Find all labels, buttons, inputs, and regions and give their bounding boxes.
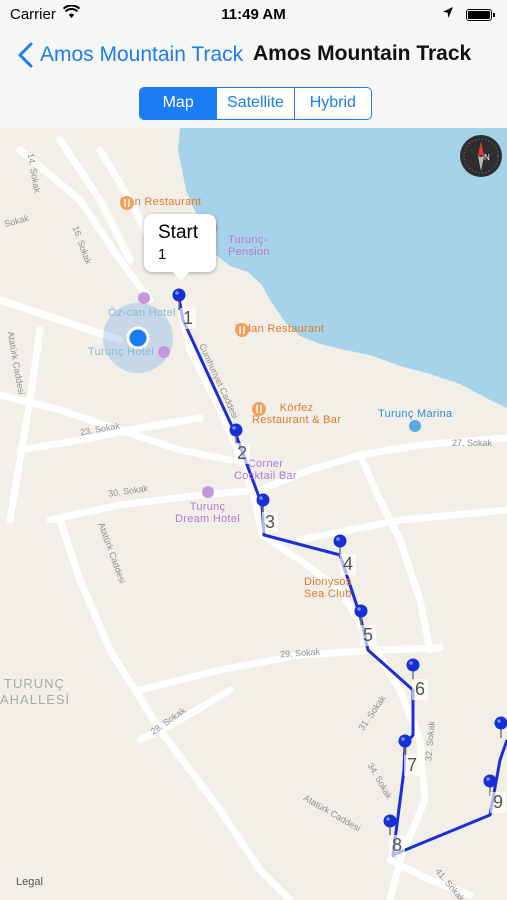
- compass-icon: N: [463, 138, 499, 174]
- restaurant-icon: [252, 402, 266, 416]
- start-callout[interactable]: Start 1: [144, 214, 216, 281]
- road-east-2: [356, 451, 434, 654]
- restaurant-icon: [235, 323, 249, 337]
- map-pin-icon: [229, 423, 243, 445]
- poi-marina-label: Turunç Marina: [378, 408, 453, 420]
- poi-fidan-restaurant[interactable]: Fidan Restaurant: [235, 323, 324, 337]
- waypoint-label-8: 8: [389, 835, 406, 856]
- legal-link[interactable]: Legal: [16, 876, 43, 888]
- sea-water: [178, 128, 507, 408]
- chevron-left-icon: [18, 42, 33, 68]
- map-pin-icon: [383, 814, 397, 836]
- waypoint-label-5: 5: [360, 625, 377, 646]
- location-arrow-icon: [442, 6, 454, 23]
- poi-dream-line1: Turunç: [189, 501, 226, 513]
- map-pin-icon: [406, 658, 420, 680]
- map-pin-icon: [494, 716, 507, 738]
- road-east-1: [296, 506, 507, 544]
- compass-button[interactable]: N: [460, 135, 502, 177]
- restaurant-icon: [120, 196, 134, 210]
- svg-text:N: N: [484, 153, 490, 162]
- hotel-icon: [201, 486, 214, 498]
- waypoint-label-4: 4: [340, 554, 357, 575]
- map-type-segmented-control: Map Satellite Hybrid: [139, 87, 372, 120]
- poi-han-restaurant[interactable]: Han Restaurant: [120, 196, 201, 210]
- segment-hybrid[interactable]: Hybrid: [293, 88, 371, 119]
- callout-title: Start: [158, 222, 199, 243]
- poi-dream-hotel[interactable]: Turunç Dream Hotel: [175, 486, 240, 525]
- poi-dionysos-line1: Dionysos: [304, 576, 352, 588]
- map-type-toolbar: Map Satellite Hybrid: [0, 80, 507, 129]
- waypoint-label-9: 9: [490, 792, 507, 813]
- poi-dionysos[interactable]: Dionysos Sea Club: [304, 576, 352, 600]
- battery-icon: [466, 9, 495, 21]
- road-label-27-sokak: 27. Sokak: [452, 438, 493, 448]
- road-north-3: [0, 296, 124, 344]
- poi-dream-line2: Dream Hotel: [175, 513, 241, 525]
- back-button[interactable]: Amos Mountain Track: [16, 42, 243, 68]
- poi-ozcan-hotel[interactable]: Öz-can Hotel: [108, 292, 176, 319]
- poi-turunc-marina[interactable]: Turunç Marina: [378, 408, 452, 435]
- map-pin-icon: [398, 734, 412, 756]
- callout-subtitle: 1: [158, 246, 167, 263]
- poi-korfez[interactable]: Körfez Restaurant & Bar: [252, 402, 341, 426]
- waypoint-label-3: 3: [262, 512, 279, 533]
- user-location-dot: [126, 326, 150, 350]
- map-view[interactable]: Han Restaurant Turunç- Pension Öz-can Ho…: [0, 128, 507, 900]
- navigation-bar: Amos Mountain Track Amos Mountain Track: [0, 30, 507, 80]
- map-pin-icon: [172, 288, 186, 310]
- map-pin-icon: [354, 604, 368, 626]
- hotel-icon: [157, 346, 170, 359]
- poi-corner-line2: Cocktail Bar: [234, 470, 297, 482]
- page-title: Amos Mountain Track: [253, 42, 472, 65]
- poi-turunc-hotel-label: Turunç Hotel: [88, 346, 155, 358]
- poi-turunc-pension-line1: Turunç-: [228, 234, 268, 247]
- segment-satellite[interactable]: Satellite: [216, 88, 293, 119]
- status-bar: Carrier 11:49 AM: [0, 0, 507, 30]
- poi-ozcan-label: Öz-can Hotel: [108, 307, 176, 319]
- back-button-label: Amos Mountain Track: [40, 43, 244, 66]
- road-north-4: [96, 146, 154, 244]
- marina-icon: [409, 420, 422, 432]
- waypoint-label-2: 2: [234, 443, 251, 464]
- segment-map[interactable]: Map: [140, 88, 217, 119]
- waypoint-label-1: 1: [180, 308, 197, 329]
- waypoint-label-7: 7: [404, 755, 421, 776]
- district-label-line1: TURUNÇ: [4, 676, 65, 691]
- waypoint-label-6: 6: [412, 679, 429, 700]
- hotel-icon: [138, 292, 150, 304]
- map-pin-icon: [333, 534, 347, 556]
- poi-turunc-pension-line2: Pension: [228, 246, 270, 259]
- district-label-line2: AHALLESİ: [0, 692, 71, 707]
- poi-dionysos-line2: Sea Club: [304, 588, 352, 600]
- poi-turunc-hotel[interactable]: Turunç Hotel: [88, 346, 170, 359]
- clock: 11:49 AM: [221, 6, 286, 23]
